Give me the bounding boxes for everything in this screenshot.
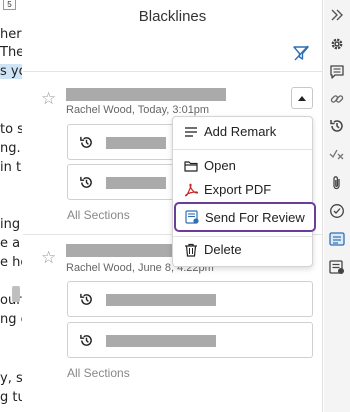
- menu-item-export-pdf[interactable]: Export PDF: [173, 178, 312, 202]
- entry-title-redacted: [66, 88, 226, 101]
- menu-item-open[interactable]: Open: [173, 154, 312, 178]
- entry-context-menu: Add Remark Open Export PDF Send For Revi…: [172, 116, 316, 267]
- history-icon: [80, 334, 92, 346]
- document-page: 5 her a The s yo to s ng. V in t ing e a…: [0, 0, 22, 412]
- entry-menu-toggle[interactable]: [291, 87, 313, 109]
- folder-icon: [184, 161, 198, 172]
- link-icon[interactable]: [329, 91, 345, 107]
- doc-text: ng c: [0, 312, 22, 327]
- menu-item-send-for-review[interactable]: Send For Review: [174, 202, 316, 232]
- version-name-redacted: [106, 294, 216, 306]
- version-row[interactable]: [67, 281, 313, 317]
- menu-item-label: Add Remark: [204, 124, 277, 139]
- right-toolbar: [324, 0, 350, 412]
- doc-text: y, su: [0, 371, 22, 386]
- version-name-redacted: [106, 137, 166, 149]
- caret-up-icon: [298, 96, 306, 101]
- doc-text: ng. V: [0, 141, 22, 156]
- doc-text: g tu: [0, 390, 22, 405]
- panel-title: Blacklines: [138, 8, 207, 25]
- doc-text-highlighted: s yo: [0, 64, 22, 79]
- gear-icon[interactable]: [329, 36, 345, 52]
- entry-meta: Rachel Wood, Today, 3:01pm: [66, 104, 210, 116]
- menu-item-label: Open: [204, 158, 236, 173]
- doc-text: e a: [0, 236, 21, 251]
- sections-label: All Sections: [67, 208, 130, 222]
- filter-icon[interactable]: [292, 44, 310, 62]
- blacklines-icon[interactable]: [329, 231, 345, 247]
- star-icon[interactable]: ☆: [41, 249, 56, 266]
- history-icon: [80, 136, 92, 148]
- doc-text: to s: [0, 122, 22, 137]
- history-icon: [80, 176, 92, 188]
- page-number: 5: [3, 0, 16, 10]
- pdf-icon: [184, 183, 198, 197]
- review-icon[interactable]: [329, 259, 345, 275]
- doc-text: her a: [0, 27, 22, 42]
- version-row[interactable]: [67, 322, 313, 358]
- doc-text: The: [0, 45, 22, 60]
- lines-icon: [185, 127, 197, 137]
- track-changes-icon[interactable]: [329, 146, 345, 162]
- doc-text: in t: [0, 160, 22, 175]
- menu-item-delete[interactable]: Delete: [173, 238, 312, 262]
- history-icon: [80, 293, 92, 305]
- version-name-redacted: [106, 335, 216, 347]
- scroll-marker: [12, 286, 20, 302]
- menu-item-label: Export PDF: [204, 182, 272, 197]
- history-icon[interactable]: [329, 118, 345, 134]
- version-name-redacted: [106, 177, 166, 189]
- star-icon[interactable]: ☆: [41, 90, 56, 107]
- menu-item-add-remark[interactable]: Add Remark: [173, 120, 312, 144]
- doc-text: ing: [0, 217, 21, 232]
- menu-item-label: Send For Review: [205, 210, 305, 225]
- sections-label: All Sections: [67, 366, 130, 380]
- menu-item-label: Delete: [204, 242, 242, 257]
- review-icon: [185, 210, 199, 224]
- trash-icon: [185, 243, 197, 257]
- check-circle-icon[interactable]: [329, 203, 345, 219]
- attachment-icon[interactable]: [329, 175, 345, 191]
- comment-icon[interactable]: [329, 64, 345, 80]
- doc-text: e he: [0, 255, 22, 270]
- expand-icon[interactable]: [329, 7, 345, 23]
